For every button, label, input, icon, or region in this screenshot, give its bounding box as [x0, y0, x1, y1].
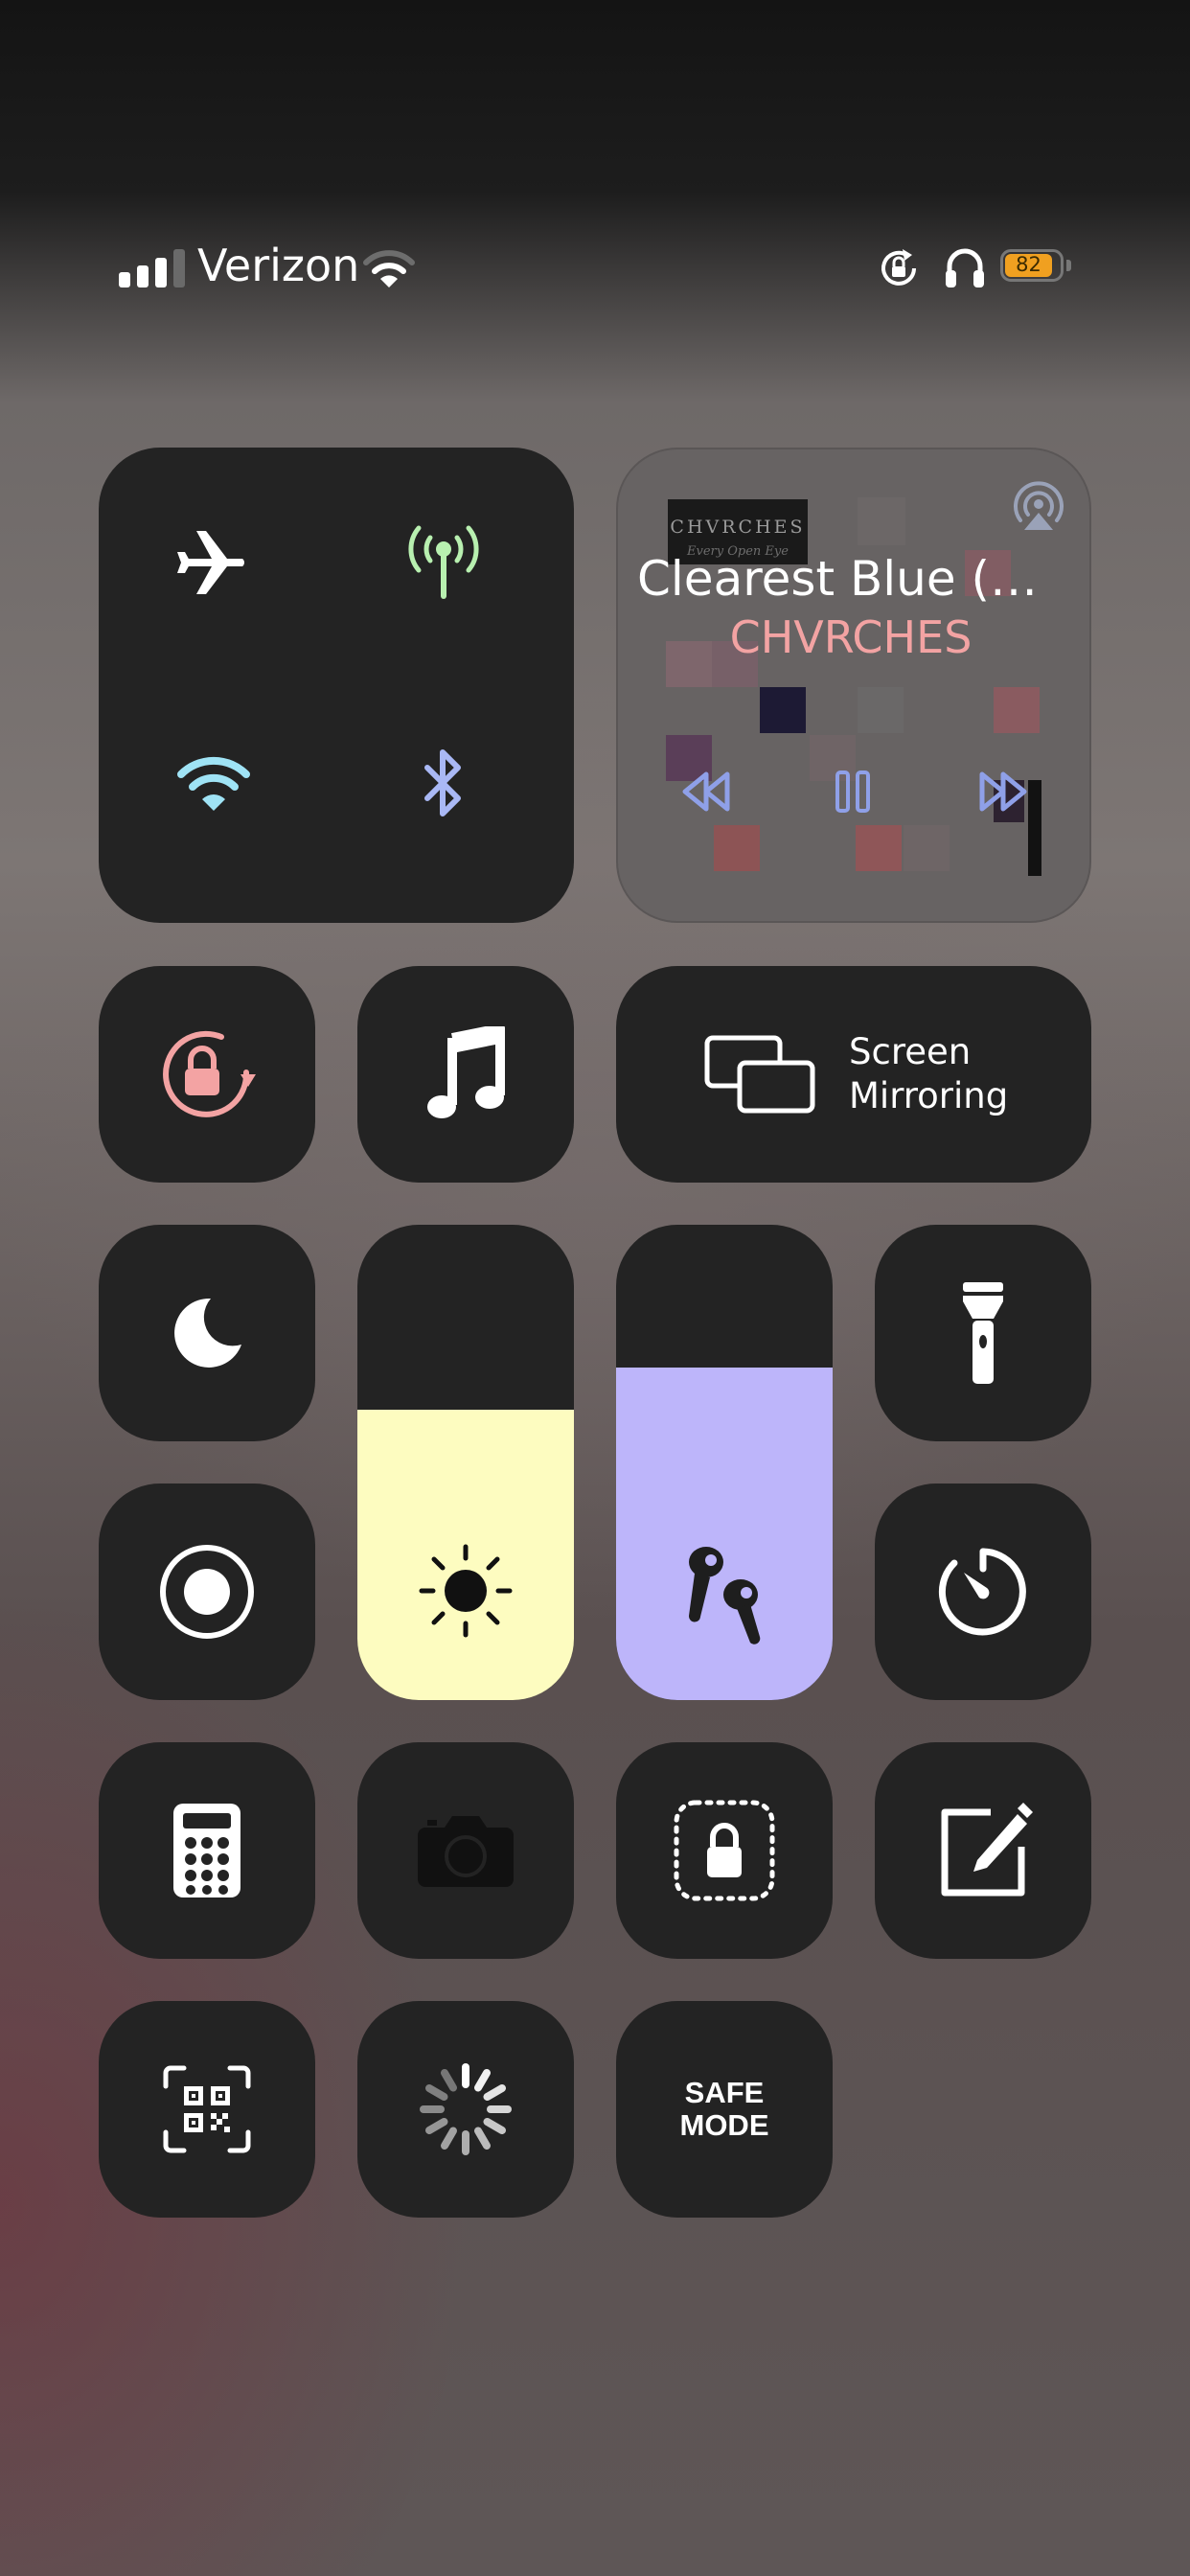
cellular-antenna-icon: [403, 524, 484, 601]
signal-bars-icon: [119, 249, 188, 288]
guided-access-button[interactable]: [616, 1742, 833, 1959]
sun-icon: [418, 1543, 514, 1639]
previous-track-button[interactable]: [679, 770, 731, 813]
screen-mirroring-label-line2: Mirroring: [849, 1075, 1009, 1116]
safe-mode-label-line2: MODE: [679, 2108, 769, 2142]
calculator-button[interactable]: [99, 1742, 315, 1959]
status-bar: Verizon 82: [0, 220, 1190, 316]
spinner-icon: [418, 2061, 514, 2157]
screen-mirroring-icon: [704, 1035, 815, 1114]
pause-button[interactable]: [834, 769, 872, 815]
do-not-disturb-button[interactable]: [99, 1225, 315, 1441]
cellular-data-toggle[interactable]: [353, 472, 535, 654]
camera-button[interactable]: [357, 1742, 574, 1959]
volume-slider[interactable]: [616, 1225, 833, 1700]
loading-spinner-button[interactable]: [357, 2001, 574, 2218]
record-icon: [157, 1542, 257, 1642]
timer-button[interactable]: [875, 1484, 1091, 1700]
compose-note-icon: [933, 1801, 1033, 1900]
now-playing-title: Clearest Blue (Gr…: [637, 551, 1059, 607]
screen-recording-button[interactable]: [99, 1484, 315, 1700]
wifi-icon: [362, 247, 416, 289]
orientation-lock-icon: [154, 1026, 260, 1122]
camera-icon: [418, 1814, 514, 1887]
volume-slider-fill: [616, 1367, 833, 1700]
bluetooth-icon: [420, 747, 468, 819]
calculator-icon: [173, 1804, 240, 1898]
music-recognition-button[interactable]: [357, 966, 574, 1183]
wifi-toggle[interactable]: [123, 692, 305, 874]
now-playing-tile[interactable]: CHVRCHES Every Open Eye: [616, 448, 1091, 923]
album-art-text: CHVRCHES: [670, 517, 806, 538]
airplane-mode-toggle[interactable]: [123, 472, 305, 654]
screen-mirroring-label-line1: Screen: [849, 1031, 972, 1072]
battery-icon: 82: [1000, 249, 1073, 284]
carrier-name: Verizon: [197, 240, 360, 291]
flashlight-icon: [961, 1280, 1005, 1386]
moon-icon: [169, 1295, 245, 1371]
screen-mirroring-label: Screen Mirroring: [849, 1030, 1008, 1118]
qr-code-icon: [163, 2065, 251, 2153]
music-note-icon: [425, 1026, 506, 1122]
bluetooth-toggle[interactable]: [353, 692, 535, 874]
flashlight-button[interactable]: [875, 1225, 1091, 1441]
rotation-lock-icon: [876, 245, 922, 291]
headphones-icon: [944, 245, 986, 289]
connectivity-panel: [99, 448, 574, 923]
qr-scanner-button[interactable]: [99, 2001, 315, 2218]
now-playing-artist: CHVRCHES: [729, 611, 973, 663]
next-track-button[interactable]: [978, 770, 1030, 813]
safe-mode-button[interactable]: SAFE MODE: [616, 2001, 833, 2218]
brightness-slider[interactable]: [357, 1225, 574, 1700]
airplane-icon: [175, 529, 252, 596]
safe-mode-label-line1: SAFE: [684, 2076, 765, 2109]
airplay-audio-icon[interactable]: [1011, 478, 1066, 534]
wifi-icon: [175, 753, 252, 813]
timer-icon: [935, 1544, 1031, 1640]
orientation-lock-button[interactable]: [99, 966, 315, 1183]
guided-access-icon: [673, 1799, 776, 1902]
airpods-icon: [681, 1539, 767, 1644]
battery-percent: 82: [1016, 253, 1041, 276]
notes-button[interactable]: [875, 1742, 1091, 1959]
